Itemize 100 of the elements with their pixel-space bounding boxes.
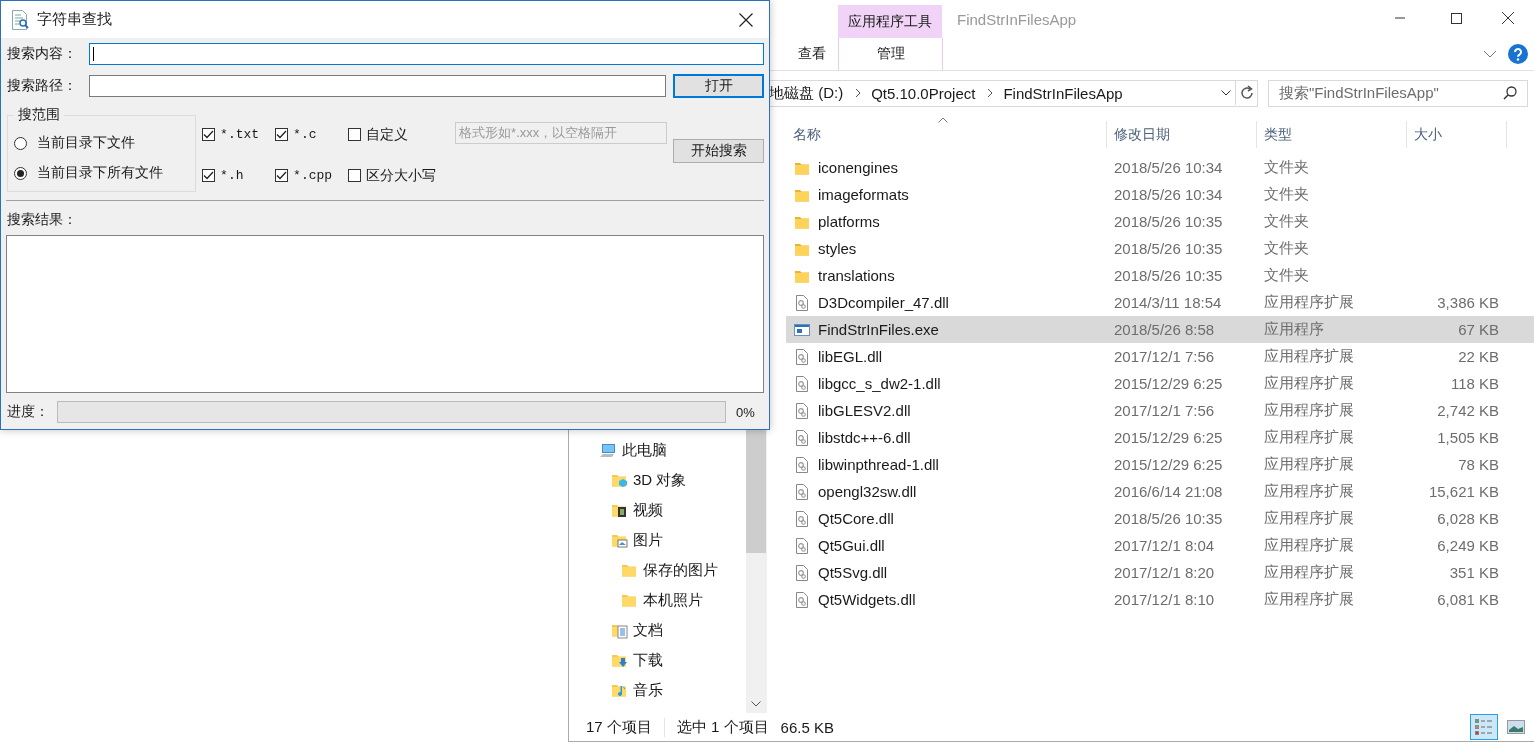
checkbox-option[interactable]: *.h — [202, 155, 276, 196]
checkbox-label: 自定义 — [366, 125, 409, 144]
file-row[interactable]: libgcc_s_dw2-1.dll 2015/12/29 6:25 应用程序扩展 118 KB — [786, 370, 1534, 397]
maximize-icon — [1451, 12, 1462, 24]
date-modified: 2015/12/29 6:25 — [1113, 429, 1224, 446]
nav-item[interactable]: 图片 — [569, 525, 746, 555]
help-icon[interactable] — [1508, 44, 1528, 64]
large-icons-view-icon — [1507, 720, 1525, 734]
progress-label: 进度： — [6, 403, 50, 421]
field-label: 搜索路径： — [6, 77, 78, 95]
scroll-down-icon[interactable] — [751, 701, 761, 707]
breadcrumb-item[interactable]: FindStrInFilesApp — [1003, 84, 1123, 102]
file-gears-icon — [794, 564, 810, 581]
sort-ascending-icon — [938, 117, 948, 123]
file-row[interactable]: libGLESV2.dll 2017/12/1 7:56 应用程序扩展 2,742 KB — [786, 397, 1534, 424]
checkbox-option[interactable]: *.c — [275, 114, 349, 155]
file-row[interactable]: styles 2018/5/26 10:35 文件夹 — [786, 235, 1534, 262]
file-row[interactable]: FindStrInFiles.exe 2018/5/26 8:58 应用程序 67 KB — [786, 316, 1534, 343]
view-button[interactable] — [1470, 714, 1498, 740]
address-bar[interactable]: 地磁盘 (D:) Qt5.10.0Project FindStrInFilesApp — [767, 79, 1258, 107]
file-row[interactable]: libEGL.dll 2017/12/1 7:56 应用程序扩展 22 KB — [786, 343, 1534, 370]
file-gears-icon — [794, 537, 810, 554]
date-modified: 2016/6/14 21:08 — [1113, 483, 1224, 500]
close-icon — [1502, 12, 1514, 24]
file-gears-icon — [794, 429, 810, 446]
context-tab-header: 应用程序工具 — [838, 5, 942, 38]
column-header[interactable]: 修改日期 — [1107, 121, 1257, 148]
date-modified: 2014/3/11 18:54 — [1113, 294, 1223, 311]
file-name: libGLESV2.dll — [818, 402, 911, 419]
checkbox[interactable] — [348, 128, 362, 141]
file-row[interactable]: opengl32sw.dll 2016/6/14 21:08 应用程序扩展 15,621 KB — [786, 478, 1534, 505]
nav-item[interactable]: 视频 — [569, 495, 746, 525]
search-field[interactable]: 搜索"FindStrInFilesApp" — [1268, 79, 1528, 107]
start-search-button[interactable]: 开始搜索 — [673, 139, 764, 163]
nav-item[interactable]: 下载 — [569, 645, 746, 675]
nav-item-label: 此电脑 — [622, 440, 667, 460]
file-type: 应用程序扩展 — [1263, 590, 1355, 609]
file-row[interactable]: imageformats 2018/5/26 10:34 文件夹 — [786, 181, 1534, 208]
file-row[interactable]: Qt5Gui.dll 2017/12/1 8:04 应用程序扩展 6,249 KB — [786, 532, 1534, 559]
file-row[interactable]: translations 2018/5/26 10:35 文件夹 — [786, 262, 1534, 289]
checkbox-option[interactable]: *.cpp — [275, 155, 349, 196]
file-row[interactable]: Qt5Core.dll 2018/5/26 10:35 应用程序扩展 6,028 KB — [786, 505, 1534, 532]
radio-button[interactable] — [14, 136, 27, 150]
date-modified: 2018/5/26 10:35 — [1113, 240, 1224, 257]
file-name: iconengines — [818, 159, 899, 176]
checkbox-option[interactable]: 自定义 — [348, 114, 456, 155]
checkbox[interactable] — [202, 128, 216, 141]
radio-button[interactable] — [14, 166, 27, 180]
file-type: 应用程序 — [1263, 320, 1325, 339]
file-name: FindStrInFiles.exe — [818, 321, 939, 338]
checkbox[interactable] — [275, 128, 289, 141]
file-size: 351 KB — [1449, 564, 1499, 581]
details-view-icon — [1475, 719, 1493, 735]
checkbox[interactable] — [348, 169, 362, 182]
date-modified: 2017/12/1 8:04 — [1113, 537, 1216, 554]
nav-item[interactable]: 保存的图片 — [569, 555, 746, 585]
file-size: 6,249 KB — [1437, 537, 1499, 554]
column-header[interactable]: 大小 — [1407, 121, 1507, 148]
file-row[interactable]: Qt5Svg.dll 2017/12/1 8:20 应用程序扩展 351 KB — [786, 559, 1534, 586]
open-button[interactable]: 打开 — [673, 74, 764, 98]
search-icon — [1503, 86, 1517, 100]
file-row[interactable]: libstdc++-6.dll 2015/12/29 6:25 应用程序扩展 1,505 KB — [786, 424, 1534, 451]
checkbox-option[interactable]: *.txt — [202, 114, 276, 155]
file-row[interactable]: iconengines 2018/5/26 10:34 文件夹 — [786, 154, 1534, 181]
radio-option[interactable]: 当前目录下文件 — [14, 128, 190, 158]
column-header[interactable]: 名称 — [786, 121, 1107, 148]
checkmark-icon — [276, 171, 288, 180]
date-modified: 2017/12/1 7:56 — [1113, 348, 1216, 365]
file-size: 15,621 KB — [1428, 483, 1499, 500]
search-content-field[interactable] — [89, 43, 764, 65]
nav-item[interactable]: 音乐 — [569, 675, 746, 705]
breadcrumb-item[interactable]: Qt5.10.0Project — [871, 84, 976, 102]
search-path-field[interactable] — [88, 75, 667, 97]
selection-count: 选中 1 个项目 — [663, 717, 769, 737]
close-icon — [739, 12, 753, 27]
file-row[interactable]: Qt5Widgets.dll 2017/12/1 8:10 应用程序扩展 6,081 KB — [786, 586, 1534, 613]
nav-item-label: 文档 — [633, 620, 663, 640]
checkbox[interactable] — [202, 169, 216, 182]
file-name: translations — [818, 267, 895, 284]
file-row[interactable]: platforms 2018/5/26 10:35 文件夹 — [786, 208, 1534, 235]
nav-item-label: 视频 — [633, 500, 663, 520]
file-type: 文件夹 — [1263, 185, 1310, 204]
nav-item[interactable]: 此电脑 — [569, 435, 746, 465]
file-row[interactable]: libwinpthread-1.dll 2015/12/29 6:25 应用程序扩展 78 KB — [786, 451, 1534, 478]
checkbox-option[interactable]: 区分大小写 — [348, 155, 456, 196]
file-type: 应用程序扩展 — [1263, 536, 1355, 555]
checkbox[interactable] — [275, 169, 289, 182]
nav-item[interactable]: 本机照片 — [569, 585, 746, 615]
ribbon-tab[interactable]: 查看 — [786, 38, 838, 70]
ribbon-tab[interactable]: 管理 — [838, 38, 943, 70]
field-label: 搜索内容： — [6, 45, 78, 63]
radio-option[interactable]: 当前目录下所有文件 — [14, 158, 190, 188]
file-size: 22 KB — [1458, 348, 1499, 365]
file-row[interactable]: D3Dcompiler_47.dll 2014/3/11 18:54 应用程序扩展 3,386 KB — [786, 289, 1534, 316]
nav-item[interactable]: 3D 对象 — [569, 465, 746, 495]
date-modified: 2018/5/26 10:35 — [1113, 267, 1224, 284]
column-header[interactable]: 类型 — [1257, 121, 1407, 148]
file-type: 应用程序扩展 — [1263, 374, 1355, 393]
breadcrumb-item[interactable]: 地磁盘 (D:) — [769, 83, 844, 103]
nav-item[interactable]: 文档 — [569, 615, 746, 645]
